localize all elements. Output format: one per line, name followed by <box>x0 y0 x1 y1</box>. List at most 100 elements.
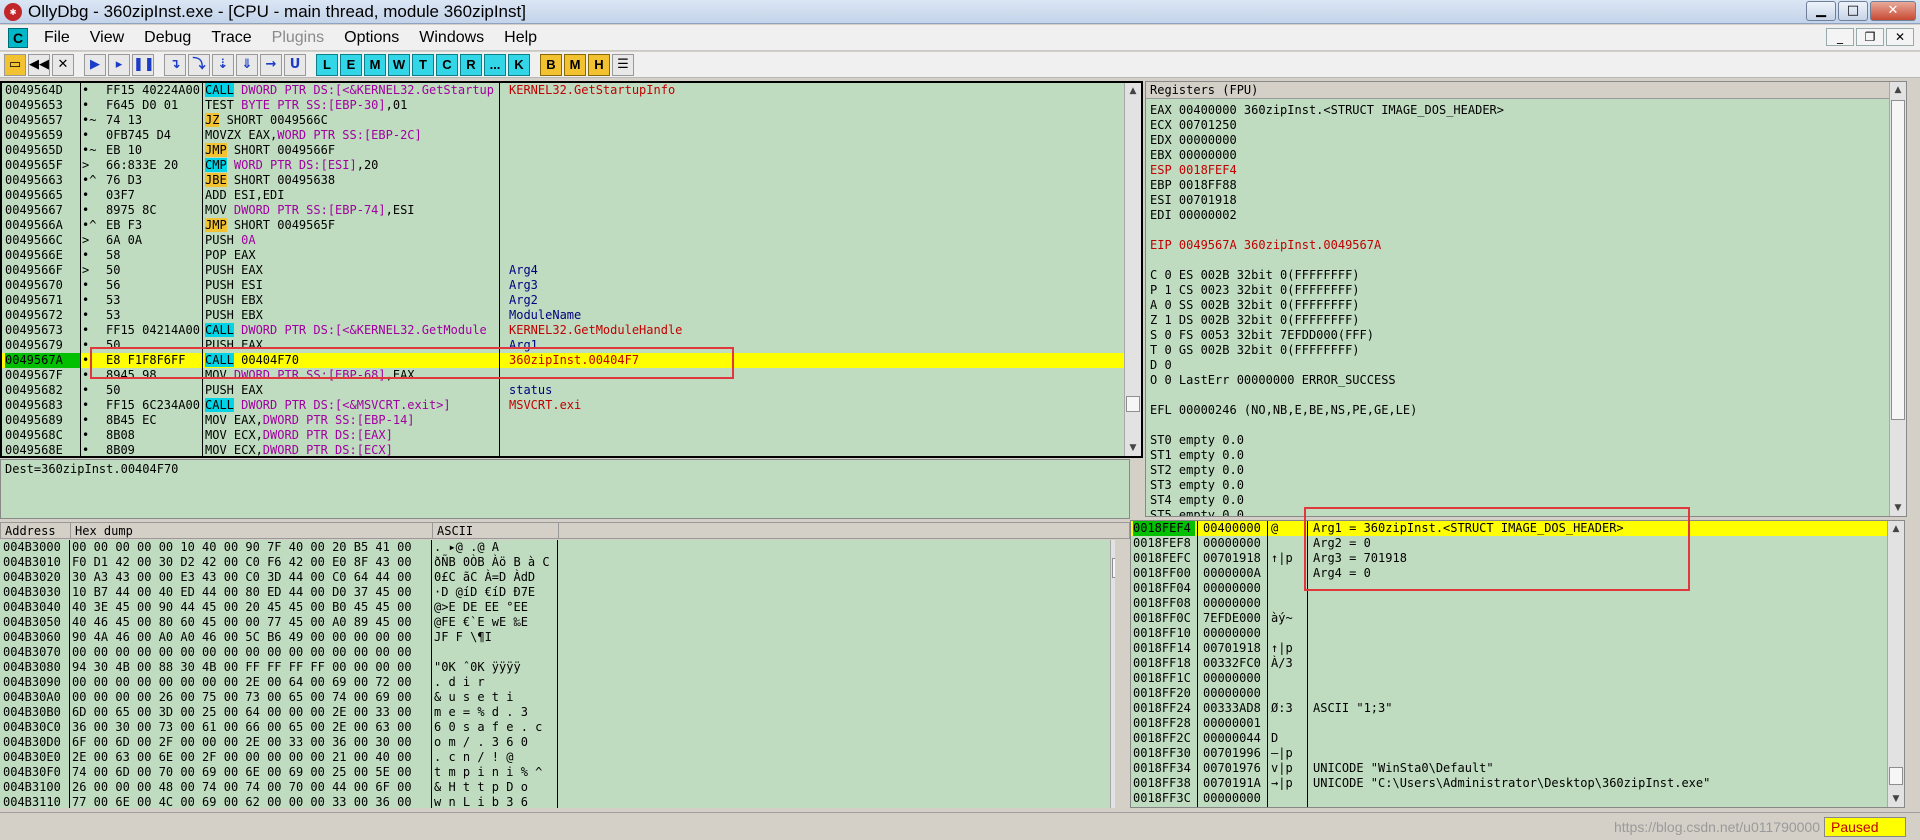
stack-pane[interactable]: 0018FEF4 00400000 @ Arg1 = 360zipInst.<STRU… <box>1130 520 1905 808</box>
mdi-restore-button[interactable]: ❐ <box>1856 28 1884 46</box>
dump-col-address[interactable]: Address <box>1 523 71 539</box>
toolbar-w-button[interactable]: W <box>388 53 410 76</box>
scroll-down-icon[interactable]: ▼ <box>1890 500 1906 516</box>
disasm-row[interactable]: 00495671 • 53 PUSH EBX Arg2 <box>2 293 1124 308</box>
register-line[interactable]: EDI 00000002 <box>1150 208 1237 223</box>
toolbar-c-button[interactable]: C <box>436 53 458 76</box>
register-line[interactable]: D 0 <box>1150 358 1172 373</box>
menu-help[interactable]: Help <box>494 29 547 47</box>
eip-instruction-row[interactable]: 0049567A • E8 F1F8F6FF CALL 00404F70 360zipI… <box>2 353 1124 368</box>
register-line[interactable]: P 1 CS 0023 32bit 0(FFFFFFFF) <box>1150 283 1360 298</box>
stack-row[interactable]: 0018FF10 00000000 <box>1131 626 1901 641</box>
stack-scrollbar[interactable]: ▲ ▼ <box>1887 521 1904 807</box>
scroll-down-icon[interactable]: ▼ <box>1888 791 1904 807</box>
disasm-row[interactable]: 00495682 • 50 PUSH EAX status <box>2 383 1124 398</box>
register-line[interactable]: ST1 empty 0.0 <box>1150 448 1244 463</box>
register-line[interactable]: ESI 00701918 <box>1150 193 1237 208</box>
register-line[interactable]: C 0 ES 002B 32bit 0(FFFFFFFF) <box>1150 268 1360 283</box>
register-line[interactable]: ST4 empty 0.0 <box>1150 493 1244 508</box>
register-line[interactable]: EFL 00000246 (NO,NB,E,BE,NS,PE,GE,LE) <box>1150 403 1417 418</box>
scroll-up-icon[interactable]: ▲ <box>1125 83 1141 99</box>
execute-till-user-code-icon[interactable]: U <box>284 53 306 76</box>
disasm-row[interactable]: 0049567F • 8945 98 MOV DWORD PTR SS:[EBP-68… <box>2 368 1124 383</box>
stack-row[interactable]: 0018FF04 00000000 <box>1131 581 1901 596</box>
list-icon[interactable]: ☰ <box>612 53 634 76</box>
trace-over-icon[interactable]: ⇓ <box>236 53 258 76</box>
trace-into-icon[interactable]: ⇣ <box>212 53 234 76</box>
step-over-icon[interactable]: ⤵ <box>188 53 210 76</box>
register-line[interactable]: A 0 SS 002B 32bit 0(FFFFFFFF) <box>1150 298 1360 313</box>
stack-row[interactable]: 0018FF24 00333AD8 Ø:3 ASCII "1;3" <box>1131 701 1901 716</box>
cpu-window-icon[interactable]: C <box>8 27 28 48</box>
toolbar-m-button[interactable]: M <box>364 53 386 76</box>
register-line[interactable]: ST0 empty 0.0 <box>1150 433 1244 448</box>
disasm-row[interactable]: 00495673 • FF15 04214A00 CALL DWORD PTR DS:… <box>2 323 1124 338</box>
run-icon[interactable]: ▶ <box>84 53 106 76</box>
register-line[interactable]: ST2 empty 0.0 <box>1150 463 1244 478</box>
stack-row[interactable]: 0018FF3C 00000000 <box>1131 791 1901 806</box>
disasm-row[interactable]: 0049566F >50 PUSH EAX Arg4 <box>2 263 1124 278</box>
mdi-minimize-button[interactable]: _ <box>1826 28 1854 46</box>
register-line[interactable]: EDX 00000000 <box>1150 133 1237 148</box>
disasm-row[interactable]: 00495679 • 50 PUSH EAX Arg1 <box>2 338 1124 353</box>
register-line[interactable]: S 0 FS 0053 32bit 7EFDD000(FFF) <box>1150 328 1374 343</box>
scroll-thumb[interactable] <box>1126 396 1140 412</box>
disasm-row[interactable]: 0049565D •~ EB 10 JMP SHORT 0049566F <box>2 143 1124 158</box>
register-line[interactable]: ECX 00701250 <box>1150 118 1237 133</box>
toolbar-m2-button[interactable]: M <box>564 53 586 76</box>
menu-view[interactable]: View <box>80 29 134 47</box>
disasm-row[interactable]: 00495667 • 8975 8C MOV DWORD PTR SS:[EBP-74… <box>2 203 1124 218</box>
register-line[interactable]: EBP 0018FF88 <box>1150 178 1237 193</box>
toolbar-r-button[interactable]: R <box>460 53 482 76</box>
menu-trace[interactable]: Trace <box>201 29 261 47</box>
stack-row[interactable]: 0018FF00 0000000A Arg4 = 0 <box>1131 566 1901 581</box>
registers-pane[interactable]: Registers (FPU) EAX 00400000 360zipInst.… <box>1145 81 1907 517</box>
toolbar-l-button[interactable]: L <box>316 53 338 76</box>
toolbar-k-button[interactable]: K <box>508 53 530 76</box>
disasm-row[interactable]: 00495657 •~ 74 13 JZ SHORT 0049566C <box>2 113 1124 128</box>
disasm-row[interactable]: 0049568E • 8B09 MOV ECX,DWORD PTR DS:[ECX] <box>2 443 1124 456</box>
disasm-row[interactable]: 00495659 • 0FB745 D4 MOVZX EAX,WORD PTR SS:… <box>2 128 1124 143</box>
disasm-row[interactable]: 00495683 • FF15 6C234A00 CALL DWORD PTR DS:… <box>2 398 1124 413</box>
dump-pane[interactable]: 004B3000 00 00 00 00 00 10 40 00 90 7F 40… <box>0 540 1115 808</box>
menu-file[interactable]: File <box>34 29 80 47</box>
maximize-button[interactable]: □ <box>1838 1 1868 21</box>
scroll-up-icon[interactable]: ▲ <box>1890 82 1906 98</box>
stack-row[interactable]: 0018FF1C 00000000 <box>1131 671 1901 686</box>
stack-top-row[interactable]: 0018FEF4 00400000 @ Arg1 = 360zipInst.<STRU… <box>1131 521 1901 536</box>
dump-col-ascii[interactable]: ASCII <box>433 523 559 539</box>
minimize-button[interactable]: ▁ <box>1806 1 1836 21</box>
disasm-row[interactable]: 00495653 • F645 D0 01 TEST BYTE PTR SS:[EBP… <box>2 98 1124 113</box>
scroll-thumb[interactable] <box>1889 767 1903 785</box>
scroll-up-icon[interactable]: ▲ <box>1888 521 1904 537</box>
toolbar-h-button[interactable]: H <box>588 53 610 76</box>
stack-row[interactable]: 0018FF2C 00000044 D <box>1131 731 1901 746</box>
step-into-icon[interactable]: ↴ <box>164 53 186 76</box>
stack-row[interactable]: 0018FF20 00000000 <box>1131 686 1901 701</box>
disasm-row[interactable]: 0049568C • 8B08 MOV ECX,DWORD PTR DS:[EAX] <box>2 428 1124 443</box>
disasm-row[interactable]: 0049566A •^ EB F3 JMP SHORT 0049565F <box>2 218 1124 233</box>
stack-row[interactable]: 0018FF34 00701976 v|p UNICODE "WinSta0\Defa… <box>1131 761 1901 776</box>
disasm-row[interactable]: 0049564D • FF15 40224A00 CALL DWORD PTR DS:… <box>2 83 1124 98</box>
register-line[interactable]: EAX 00400000 360zipInst.<STRUCT IMAGE_DO… <box>1150 103 1504 118</box>
stack-row[interactable]: 0018FF38 0070191A →|p UNICODE "C:\Users\Adm… <box>1131 776 1901 791</box>
disasm-row[interactable]: 0049566E • 58 POP EAX <box>2 248 1124 263</box>
stack-row[interactable]: 0018FF28 00000001 <box>1131 716 1901 731</box>
register-line[interactable]: EBX 00000000 <box>1150 148 1237 163</box>
register-line[interactable]: ESP 0018FEF4 <box>1150 163 1237 178</box>
register-line[interactable]: Z 1 DS 002B 32bit 0(FFFFFFFF) <box>1150 313 1360 328</box>
toolbar-e-button[interactable]: E <box>340 53 362 76</box>
restart-icon[interactable]: ◀◀ <box>28 53 50 76</box>
toolbar-t-button[interactable]: T <box>412 53 434 76</box>
scroll-thumb[interactable] <box>1112 558 1115 578</box>
step-run-icon[interactable]: ▸ <box>108 53 130 76</box>
disasm-row[interactable]: 00495665 • 03F7 ADD ESI,EDI <box>2 188 1124 203</box>
toolbar-b-button[interactable]: B <box>540 53 562 76</box>
close-button[interactable]: ✕ <box>1870 1 1916 21</box>
stack-row[interactable]: 0018FF08 00000000 <box>1131 596 1901 611</box>
pause-icon[interactable]: ❚❚ <box>132 53 155 76</box>
register-line[interactable]: EIP 0049567A 360zipInst.0049567A <box>1150 238 1381 253</box>
scroll-up-icon[interactable]: ▲ <box>1111 540 1115 556</box>
stack-row[interactable]: 0018FEF8 00000000 Arg2 = 0 <box>1131 536 1901 551</box>
stack-row[interactable]: 0018FF18 00332FC0 À/3 <box>1131 656 1901 671</box>
